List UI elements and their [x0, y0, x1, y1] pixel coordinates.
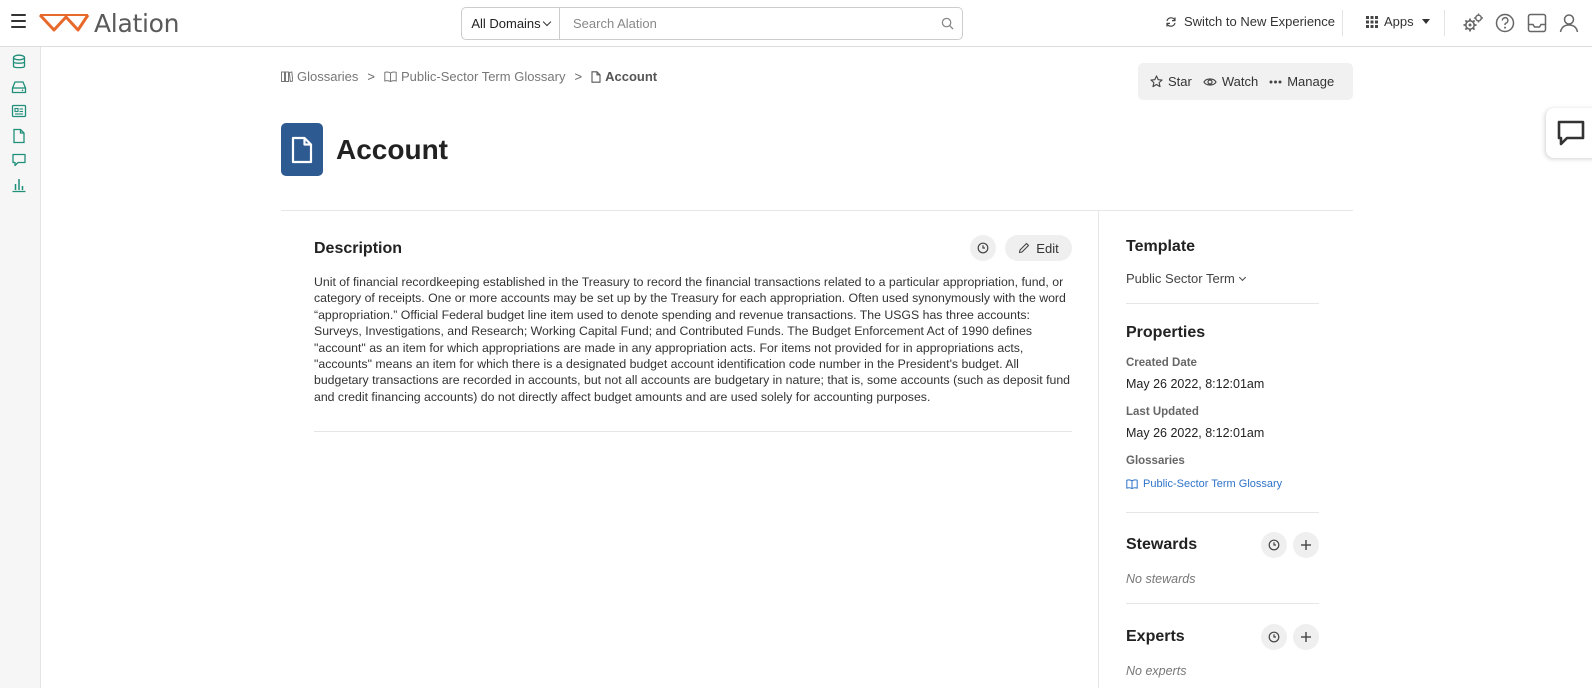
storage-icon[interactable] [11, 79, 27, 95]
switch-experience-button[interactable]: Switch to New Experience [1165, 14, 1335, 29]
open-book-icon [384, 71, 397, 82]
template-heading: Template [1126, 238, 1196, 255]
plus-icon [1301, 632, 1311, 642]
divider [281, 210, 1353, 211]
last-updated-label: Last Updated [1126, 406, 1199, 418]
apps-menu-button[interactable]: Apps [1366, 14, 1430, 29]
last-updated-value: May 26 2022, 8:12:01am [1126, 426, 1265, 440]
document-icon [591, 70, 601, 83]
description-heading: Description [314, 240, 403, 257]
glossary-link[interactable]: Public-Sector Term Glossary [1126, 478, 1282, 490]
open-book-icon [1126, 479, 1138, 489]
domain-selector-label: All Domains [471, 16, 541, 31]
breadcrumb-separator: > [574, 69, 583, 84]
search-icon[interactable] [932, 17, 962, 30]
chevron-down-icon [1238, 273, 1246, 281]
logo-text: Alation [94, 8, 180, 38]
divider [1126, 303, 1319, 304]
chat-bubble-icon [1557, 120, 1585, 146]
divider [314, 431, 1072, 432]
divider [1126, 512, 1319, 513]
no-experts-text: No experts [1126, 664, 1187, 678]
manage-label: Manage [1287, 74, 1335, 89]
more-horizontal-icon [1269, 80, 1282, 83]
inbox-icon[interactable] [1526, 12, 1548, 34]
template-selector[interactable]: Public Sector Term [1126, 271, 1246, 286]
divider [1126, 603, 1319, 604]
breadcrumb-glossaries[interactable]: Glossaries [281, 69, 358, 84]
grid-icon [1366, 15, 1378, 28]
stewards-heading: Stewards [1126, 536, 1198, 553]
manage-button[interactable]: Manage [1269, 74, 1334, 89]
domain-selector[interactable]: All Domains [462, 8, 560, 39]
apps-label: Apps [1384, 14, 1414, 29]
template-value: Public Sector Term [1126, 271, 1235, 286]
stewards-history-button[interactable] [1261, 532, 1287, 558]
description-history-button[interactable] [970, 235, 996, 261]
divider [1444, 10, 1445, 36]
help-icon[interactable] [1494, 12, 1516, 34]
no-stewards-text: No stewards [1126, 572, 1196, 586]
refresh-icon [1166, 16, 1176, 27]
chat-support-button[interactable] [1546, 108, 1592, 158]
eye-icon [1203, 77, 1217, 86]
breadcrumb: Glossaries > Public-Sector Term Glossary… [281, 69, 657, 84]
glossaries-label: Glossaries [1126, 455, 1185, 467]
user-profile-icon[interactable] [1558, 12, 1580, 34]
edit-description-button[interactable]: Edit [1005, 235, 1072, 261]
star-label: Star [1168, 74, 1192, 89]
add-steward-button[interactable] [1293, 532, 1319, 558]
breadcrumb-separator: > [367, 69, 376, 84]
history-clock-icon [1268, 631, 1280, 643]
pencil-icon [1019, 242, 1030, 254]
conversation-icon[interactable] [11, 152, 27, 168]
catalog-card-icon[interactable] [11, 103, 27, 119]
history-clock-icon [1268, 539, 1280, 551]
star-button[interactable]: Star [1150, 74, 1192, 89]
document-icon[interactable] [11, 128, 27, 144]
breadcrumb-current: Account [591, 69, 657, 84]
alation-logo[interactable]: Alation [38, 8, 180, 38]
alation-logo-icon [38, 13, 90, 32]
experts-history-button[interactable] [1261, 624, 1287, 650]
properties-heading: Properties [1126, 324, 1206, 341]
divider [1342, 10, 1343, 36]
search-input[interactable] [560, 8, 932, 39]
watch-label: Watch [1221, 74, 1259, 89]
chevron-down-icon [542, 17, 551, 27]
created-date-label: Created Date [1126, 357, 1197, 369]
switch-experience-label: Switch to New Experience [1184, 14, 1336, 29]
page-title: Account [336, 134, 448, 165]
breadcrumb-label: Public-Sector Term Glossary [401, 69, 566, 84]
plus-icon [1301, 540, 1311, 550]
experts-heading: Experts [1126, 628, 1185, 645]
term-document-icon [281, 123, 323, 176]
breadcrumb-label: Account [605, 69, 658, 84]
glossary-link-label: Public-Sector Term Glossary [1143, 478, 1283, 490]
caret-down-icon [1421, 19, 1430, 24]
created-date-value: May 26 2022, 8:12:01am [1126, 377, 1265, 391]
breadcrumb-glossary[interactable]: Public-Sector Term Glossary [384, 69, 566, 84]
history-clock-icon [977, 242, 989, 254]
hamburger-menu-icon[interactable] [11, 14, 26, 28]
search-bar: All Domains [461, 7, 963, 40]
page-actions-bar: Star Watch Manage [1138, 63, 1353, 100]
breadcrumb-label: Glossaries [297, 69, 359, 84]
top-navigation-bar: Alation All Domains Switch to New Experi… [0, 0, 1592, 47]
chart-icon[interactable] [11, 177, 27, 193]
add-expert-button[interactable] [1293, 624, 1319, 650]
divider [1098, 211, 1099, 688]
database-icon[interactable] [11, 54, 27, 70]
edit-label: Edit [1036, 240, 1059, 256]
star-icon [1150, 75, 1163, 88]
left-navigation-rail [0, 47, 41, 688]
admin-settings-icon[interactable] [1462, 12, 1484, 34]
watch-button[interactable]: Watch [1203, 74, 1258, 89]
glossaries-icon [281, 71, 293, 82]
description-text: Unit of financial recordkeeping establis… [314, 275, 1071, 404]
header-icon-group [1462, 12, 1580, 34]
